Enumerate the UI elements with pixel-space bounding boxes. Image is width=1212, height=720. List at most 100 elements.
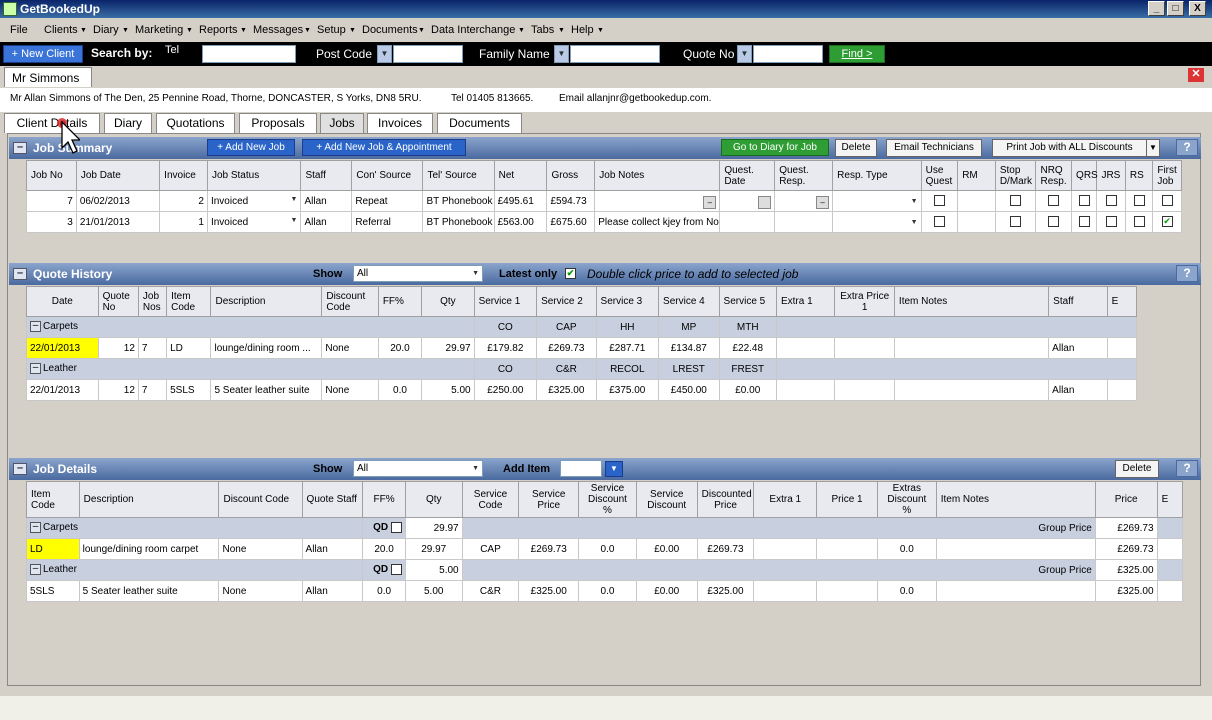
service-price[interactable]: £450.00	[658, 379, 720, 401]
find-button[interactable]: Find >	[829, 45, 885, 63]
resp-button-icon[interactable]: –	[816, 196, 830, 209]
tab-client-details[interactable]: Client Details	[4, 113, 100, 133]
quest-date-cell[interactable]	[719, 211, 776, 233]
group-qty[interactable]: 29.97	[404, 517, 463, 539]
maximize-button[interactable]: □	[1167, 1, 1184, 16]
menu-help[interactable]: Help	[571, 24, 594, 36]
first-job-checkbox[interactable]	[1152, 190, 1182, 212]
collapse-icon[interactable]: –	[13, 268, 27, 280]
col-header[interactable]: Discounted Price	[696, 481, 755, 518]
col-header[interactable]: Service Code	[461, 481, 520, 518]
help-icon[interactable]: ?	[1176, 460, 1198, 477]
col-header[interactable]: Price	[1094, 481, 1158, 518]
col-header[interactable]: RS	[1124, 160, 1154, 191]
col-header[interactable]: E	[1106, 286, 1138, 317]
nrq-resp-checkbox[interactable]	[1035, 211, 1073, 233]
use-quest-checkbox[interactable]	[920, 211, 959, 233]
col-header[interactable]: Quote Staff	[301, 481, 364, 518]
use-quest-checkbox[interactable]	[920, 190, 959, 212]
quote-no-dropdown-icon[interactable]: ▼	[737, 45, 752, 63]
col-header[interactable]: Net	[493, 160, 548, 191]
qd-cell[interactable]: QD	[362, 517, 406, 539]
group-row[interactable]: – Leather QD 5.00 Group Price £325.00	[25, 559, 1184, 581]
add-new-job-button[interactable]: + Add New Job	[207, 139, 295, 156]
tab-diary[interactable]: Diary	[104, 113, 152, 133]
rs-checkbox[interactable]	[1124, 211, 1154, 233]
col-header[interactable]: Service Discount %	[578, 481, 637, 518]
first-job-checkbox[interactable]: ✔	[1152, 211, 1182, 233]
table-row[interactable]: LD lounge/dining room carpet None Allan …	[26, 538, 1184, 560]
tab-documents[interactable]: Documents	[437, 113, 522, 133]
email-technicians-button[interactable]: Email Technicians	[886, 139, 982, 157]
collapse-group-icon[interactable]: –	[30, 564, 41, 576]
service-price[interactable]: £375.00	[595, 379, 660, 401]
quest-date-cell[interactable]	[719, 190, 776, 212]
menu-marketing[interactable]: Marketing	[135, 24, 183, 36]
job-status-select[interactable]: Invoiced ▼	[206, 211, 302, 233]
col-header[interactable]: Service Discount	[635, 481, 698, 518]
qrs-checkbox[interactable]	[1071, 190, 1098, 212]
table-row[interactable]: 5SLS 5 Seater leather suite None Allan 0…	[26, 580, 1184, 602]
col-header[interactable]: First Job	[1152, 160, 1182, 191]
group-price[interactable]: £325.00	[1094, 559, 1158, 581]
collapse-group-icon[interactable]: –	[30, 321, 41, 333]
col-header[interactable]: Qty	[421, 286, 475, 317]
help-icon[interactable]: ?	[1176, 265, 1198, 282]
col-header[interactable]: Price 1	[816, 481, 878, 518]
col-header[interactable]: Extra 1	[775, 286, 836, 317]
menu-file[interactable]: File	[10, 24, 28, 36]
col-header[interactable]: Service 5	[718, 286, 777, 317]
qd-checkbox[interactable]	[390, 522, 402, 534]
col-header[interactable]: E	[1156, 481, 1184, 518]
tab-proposals[interactable]: Proposals	[239, 113, 317, 133]
col-header[interactable]: Quote No	[97, 286, 139, 317]
print-options-dropdown-icon[interactable]: ▼	[1146, 139, 1160, 157]
help-icon[interactable]: ?	[1176, 139, 1198, 156]
col-header[interactable]: Item Notes	[893, 286, 1050, 317]
family-name-dropdown-icon[interactable]: ▼	[554, 45, 569, 63]
service-price[interactable]: £22.48	[718, 337, 777, 359]
col-header[interactable]: Resp. Type	[832, 160, 922, 191]
menu-tabs[interactable]: Tabs	[531, 24, 554, 36]
menu-diary[interactable]: Diary	[93, 24, 119, 36]
tab-invoices[interactable]: Invoices	[367, 113, 433, 133]
table-row[interactable]: 22/01/2013 12 7 LD lounge/dining room ..…	[26, 337, 1138, 359]
stop-dmark-checkbox[interactable]	[994, 190, 1037, 212]
menu-clients[interactable]: Clients	[44, 24, 78, 36]
collapse-icon[interactable]: –	[13, 142, 27, 154]
minimize-button[interactable]: _	[1148, 1, 1165, 16]
family-name-input[interactable]	[570, 45, 660, 63]
service-price[interactable]: £134.87	[658, 337, 720, 359]
col-header[interactable]: Description	[78, 481, 220, 518]
col-header[interactable]: Use Quest	[920, 160, 959, 191]
menu-setup[interactable]: Setup	[317, 24, 346, 36]
tel-input[interactable]	[202, 45, 296, 63]
col-header[interactable]: Job Date	[75, 160, 161, 191]
qrs-checkbox[interactable]	[1071, 211, 1098, 233]
col-header[interactable]: Service Price	[518, 481, 580, 518]
col-header[interactable]: NRQ Resp.	[1035, 160, 1073, 191]
quest-resp-cell[interactable]: –	[774, 190, 834, 212]
col-header[interactable]: Tel' Source	[422, 160, 495, 191]
job-notes-cell[interactable]: –	[594, 190, 721, 212]
add-item-dropdown-icon[interactable]: ▼	[605, 461, 623, 477]
close-window-button[interactable]: X	[1189, 1, 1206, 16]
group-qty[interactable]: 5.00	[404, 559, 463, 581]
job-notes[interactable]: Please collect kjey from No 24	[594, 211, 721, 233]
new-client-button[interactable]: + New Client	[3, 45, 83, 63]
quote-no-input[interactable]	[753, 45, 823, 63]
rs-checkbox[interactable]	[1124, 190, 1154, 212]
service-price[interactable]: £250.00	[473, 379, 538, 401]
calendar-icon[interactable]	[758, 196, 772, 209]
delete-job-button[interactable]: Delete	[835, 139, 877, 157]
service-price[interactable]: £325.00	[536, 379, 597, 401]
col-header[interactable]: Job Nos	[137, 286, 168, 317]
client-document-tab[interactable]: Mr Simmons	[4, 67, 92, 87]
col-header[interactable]: QRS	[1071, 160, 1098, 191]
tab-quotations[interactable]: Quotations	[156, 113, 235, 133]
col-header[interactable]: Extra 1	[753, 481, 818, 518]
col-header[interactable]: Quest. Date	[719, 160, 776, 191]
col-header[interactable]: Service 2	[536, 286, 597, 317]
col-header[interactable]: Discount Code	[321, 286, 379, 317]
col-header[interactable]: FF%	[362, 481, 406, 518]
